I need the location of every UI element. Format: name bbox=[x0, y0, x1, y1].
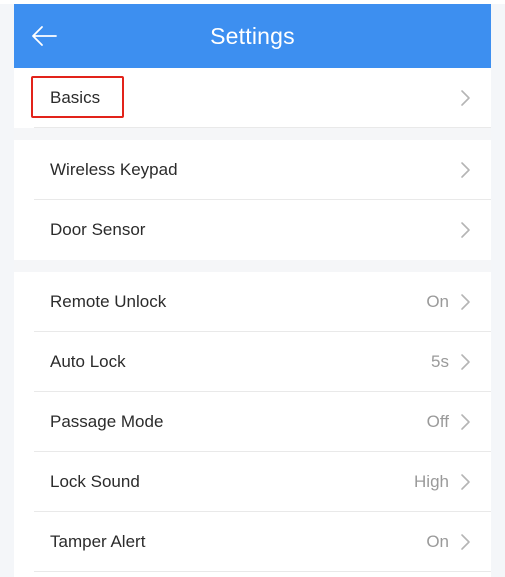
settings-item-label: Door Sensor bbox=[50, 220, 146, 239]
settings-item-value: Off bbox=[426, 412, 449, 431]
settings-item-remote-unlock[interactable]: Remote Unlock On bbox=[14, 272, 491, 332]
header-bar: Settings bbox=[14, 4, 491, 68]
settings-item-label: Wireless Keypad bbox=[50, 160, 178, 179]
settings-item-door-sensor[interactable]: Door Sensor bbox=[14, 200, 491, 260]
chevron-right-icon bbox=[459, 533, 471, 551]
settings-item-value: High bbox=[414, 472, 449, 491]
settings-item-label: Tamper Alert bbox=[50, 532, 146, 551]
left-margin bbox=[0, 0, 14, 577]
settings-item-label: Auto Lock bbox=[50, 352, 126, 371]
settings-item-basics[interactable]: Basics bbox=[14, 68, 491, 128]
chevron-right-icon bbox=[459, 89, 471, 107]
settings-item-label: Remote Unlock bbox=[50, 292, 167, 311]
group-divider bbox=[14, 260, 491, 272]
chevron-right-icon bbox=[459, 473, 471, 491]
chevron-right-icon bbox=[459, 413, 471, 431]
settings-item-value: On bbox=[426, 532, 449, 551]
settings-item-label: Passage Mode bbox=[50, 412, 164, 431]
chevron-right-icon bbox=[459, 221, 471, 239]
settings-item-tamper-alert[interactable]: Tamper Alert On bbox=[14, 512, 491, 572]
page-title: Settings bbox=[210, 22, 295, 49]
chevron-right-icon bbox=[459, 161, 471, 179]
settings-item-auto-lock[interactable]: Auto Lock 5s bbox=[14, 332, 491, 392]
settings-screen: Settings Basics Wireless Keypad Door Sen… bbox=[14, 4, 491, 577]
settings-item-label: Lock Sound bbox=[50, 472, 140, 491]
settings-item-lock-sound[interactable]: Lock Sound High bbox=[14, 452, 491, 512]
settings-item-value: 5s bbox=[431, 352, 449, 371]
arrow-left-icon bbox=[32, 26, 57, 46]
settings-item-passage-mode[interactable]: Passage Mode Off bbox=[14, 392, 491, 452]
chevron-right-icon bbox=[459, 353, 471, 371]
settings-item-label: Basics bbox=[50, 88, 101, 107]
settings-item-value: On bbox=[426, 292, 449, 311]
settings-item-wireless-keypad[interactable]: Wireless Keypad bbox=[14, 140, 491, 200]
chevron-right-icon bbox=[459, 293, 471, 311]
right-margin bbox=[491, 0, 505, 577]
back-button[interactable] bbox=[24, 18, 64, 54]
group-divider bbox=[14, 128, 491, 140]
